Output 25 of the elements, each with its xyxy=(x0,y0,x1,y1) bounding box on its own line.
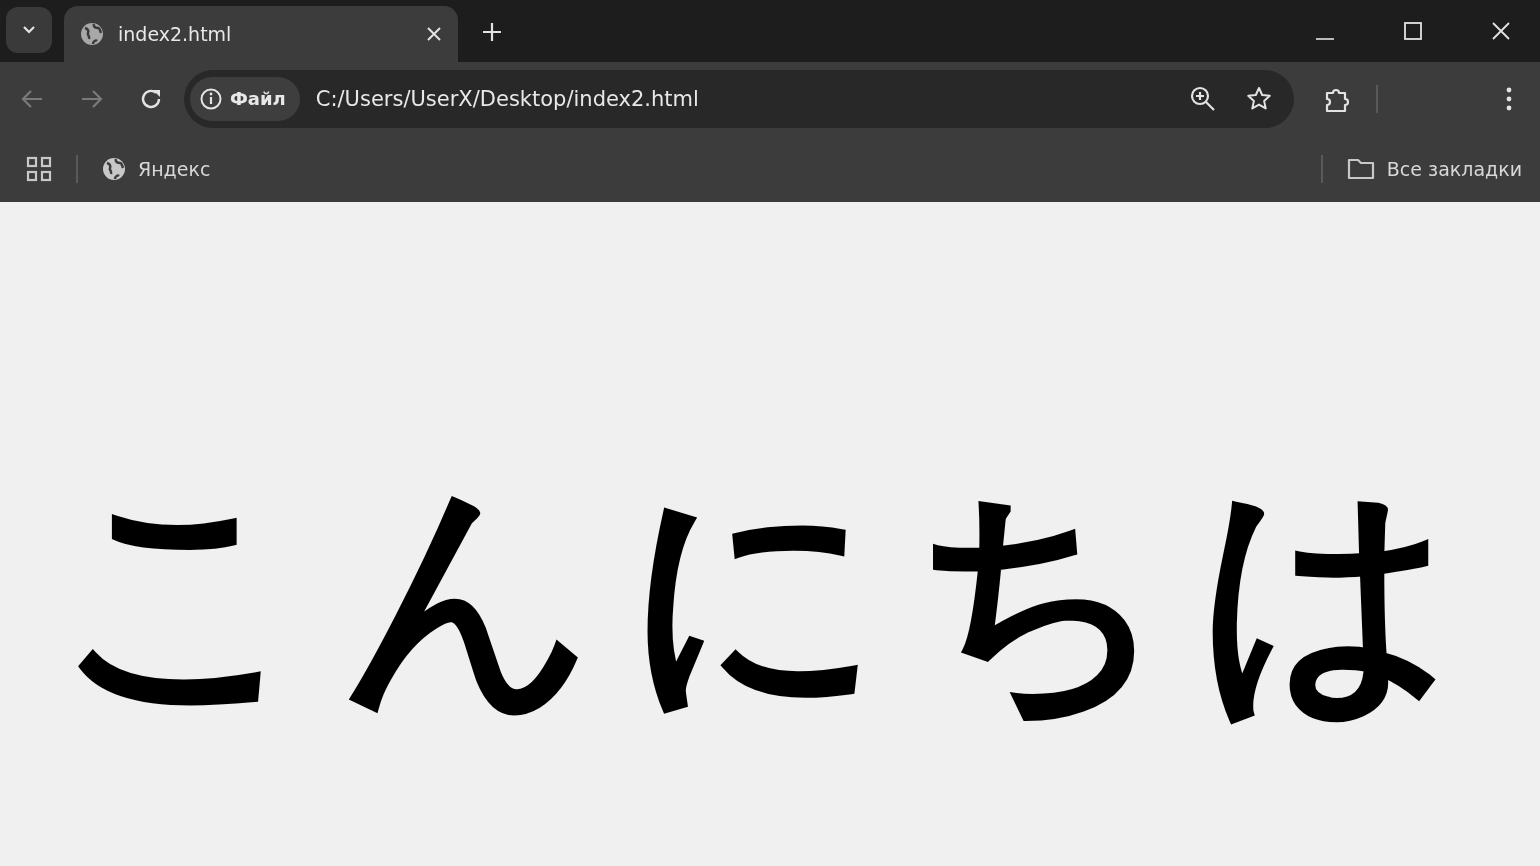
back-arrow-icon[interactable] xyxy=(20,88,44,109)
site-info-chip[interactable]: Файл xyxy=(190,76,300,121)
browser-tab[interactable]: index2.html xyxy=(64,6,458,62)
tab-title: index2.html xyxy=(118,23,233,45)
folder-icon xyxy=(1346,157,1375,180)
info-icon xyxy=(200,87,222,110)
zoom-in-icon[interactable] xyxy=(1190,85,1216,112)
close-icon[interactable] xyxy=(426,26,442,42)
url-text: C:/Users/UserX/Desktop/index2.html xyxy=(315,86,699,111)
reload-icon[interactable] xyxy=(140,87,162,110)
bookmark-item[interactable]: Яндекс xyxy=(102,156,211,181)
plus-icon[interactable] xyxy=(482,22,502,42)
chevron-down-icon xyxy=(22,25,36,35)
close-icon[interactable] xyxy=(1492,22,1510,40)
globe-icon xyxy=(102,156,126,181)
all-bookmarks-button[interactable]: Все закладки xyxy=(1346,157,1522,180)
star-icon[interactable] xyxy=(1246,85,1272,112)
maximize-icon[interactable] xyxy=(1404,22,1422,40)
more-menu-icon[interactable] xyxy=(1506,86,1512,111)
site-info-label: Файл xyxy=(230,88,286,109)
forward-arrow-icon[interactable] xyxy=(80,88,104,109)
globe-icon xyxy=(80,22,104,46)
apps-grid-icon[interactable] xyxy=(26,155,52,182)
address-bar[interactable]: Файл C:/Users/UserX/Desktop/index2.html xyxy=(184,69,1294,128)
page-heading: こんにちは xyxy=(55,456,1485,732)
